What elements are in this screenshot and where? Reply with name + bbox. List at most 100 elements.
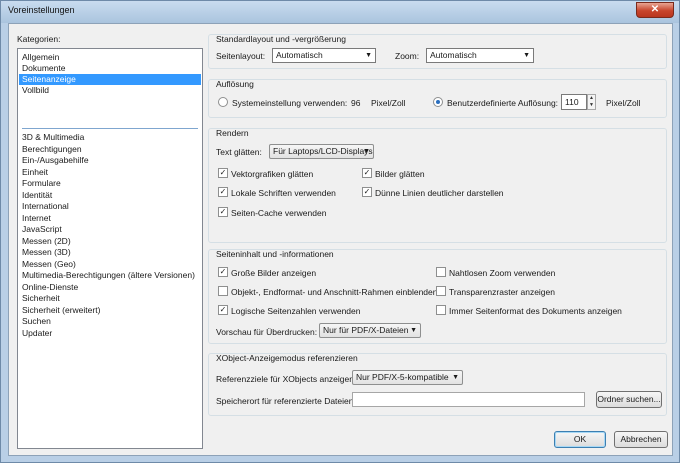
- zoom-label: Zoom:: [395, 51, 420, 61]
- rendering-group-title: Rendern: [216, 128, 249, 138]
- layout-group-title: Standardlayout und -vergrößerung: [216, 34, 346, 44]
- browse-folder-button[interactable]: Ordner suchen...: [596, 391, 662, 408]
- category-item[interactable]: Ein-/Ausgabehilfe: [19, 155, 201, 166]
- ok-button[interactable]: OK: [554, 431, 606, 448]
- xobject-targets-dropdown[interactable]: Nur PDF/X-5-kompatible ▼: [352, 370, 463, 385]
- rendering-group: Rendern Text glätten: Für Laptops/LCD-Di…: [208, 128, 667, 243]
- dropdown-arrow-icon: ▼: [523, 52, 530, 59]
- checkmark-icon: ✓: [219, 267, 227, 276]
- system-resolution-radio[interactable]: [218, 97, 228, 107]
- large-images-label: Große Bilder anzeigen: [231, 268, 317, 278]
- checkmark-icon: ✓: [219, 305, 227, 314]
- xobject-targets-value: Nur PDF/X-5-kompatible: [356, 372, 449, 382]
- checkmark-icon: ✓: [219, 187, 227, 196]
- seamless-zoom-checkbox[interactable]: [436, 267, 446, 277]
- dropdown-arrow-icon: ▼: [365, 52, 372, 59]
- cancel-button[interactable]: Abbrechen: [614, 431, 668, 448]
- preferences-dialog: Voreinstellungen ✕ Kategorien: Allgemein…: [0, 0, 680, 463]
- seitenlayout-value: Automatisch: [276, 50, 323, 60]
- category-item[interactable]: Identität: [19, 190, 201, 201]
- zoom-dropdown[interactable]: Automatisch ▼: [426, 48, 534, 63]
- image-smoothing-label: Bilder glätten: [375, 169, 425, 179]
- overprint-dropdown[interactable]: Nur für PDF/X-Dateien ▼: [319, 323, 421, 338]
- vector-smoothing-label: Vektorgrafiken glätten: [231, 169, 314, 179]
- seamless-zoom-label: Nahtlosen Zoom verwenden: [449, 268, 556, 278]
- close-icon: ✕: [650, 4, 660, 15]
- category-item[interactable]: Internet: [19, 213, 201, 224]
- category-item[interactable]: Messen (3D): [19, 247, 201, 258]
- overprint-label: Vorschau für Überdrucken:: [216, 327, 318, 337]
- close-button[interactable]: ✕: [636, 2, 674, 18]
- page-content-group-title: Seiteninhalt und -informationen: [216, 249, 334, 259]
- large-images-checkbox[interactable]: ✓: [218, 267, 228, 277]
- category-item[interactable]: Messen (2D): [19, 236, 201, 247]
- system-resolution-unit: Pixel/Zoll: [371, 98, 406, 108]
- checkmark-icon: ✓: [219, 168, 227, 177]
- page-content-group: Seiteninhalt und -informationen ✓ Große …: [208, 249, 667, 344]
- overprint-value: Nur für PDF/X-Dateien: [323, 325, 409, 335]
- categories-list[interactable]: Allgemein Dokumente Seitenanzeige Vollbi…: [17, 48, 203, 449]
- document-page-size-label: Immer Seitenformat des Dokuments anzeige…: [449, 306, 622, 316]
- text-smoothing-dropdown[interactable]: Für Laptops/LCD-Displays ▼: [269, 144, 374, 159]
- radio-selected-dot: [436, 100, 440, 104]
- thin-lines-label: Dünne Linien deutlicher darstellen: [375, 188, 504, 198]
- local-fonts-label: Lokale Schriften verwenden: [231, 188, 336, 198]
- category-separator: [22, 128, 198, 129]
- checkmark-icon: ✓: [363, 187, 371, 196]
- object-frames-checkbox[interactable]: [218, 286, 228, 296]
- xobject-location-input[interactable]: [352, 392, 585, 407]
- local-fonts-checkbox[interactable]: ✓: [218, 187, 228, 197]
- zoom-value: Automatisch: [430, 50, 477, 60]
- categories-label: Kategorien:: [17, 34, 61, 44]
- dialog-body: Kategorien: Allgemein Dokumente Seitenan…: [8, 23, 673, 456]
- category-item[interactable]: Formulare: [19, 178, 201, 189]
- category-item[interactable]: Multimedia-Berechtigungen (ältere Versio…: [19, 270, 201, 281]
- custom-resolution-radio[interactable]: [433, 97, 443, 107]
- category-item[interactable]: Allgemein: [19, 52, 201, 63]
- object-frames-label: Objekt-, Endformat- und Anschnitt-Rahmen…: [231, 287, 438, 297]
- title-bar: Voreinstellungen ✕: [1, 1, 679, 23]
- category-item[interactable]: Einheit: [19, 167, 201, 178]
- seitenlayout-label: Seitenlayout:: [216, 51, 266, 61]
- xobject-group-title: XObject-Anzeigemodus referenzieren: [216, 353, 358, 363]
- dropdown-arrow-icon: ▼: [452, 374, 459, 381]
- category-item[interactable]: JavaScript: [19, 224, 201, 235]
- checkmark-icon: ✓: [363, 168, 371, 177]
- text-smoothing-value: Für Laptops/LCD-Displays: [273, 146, 373, 156]
- document-page-size-checkbox[interactable]: [436, 305, 446, 315]
- category-item[interactable]: Sicherheit: [19, 293, 201, 304]
- custom-resolution-input[interactable]: 110: [561, 94, 587, 110]
- category-item[interactable]: Messen (Geo): [19, 259, 201, 270]
- category-item[interactable]: Berechtigungen: [19, 144, 201, 155]
- category-item[interactable]: Dokumente: [19, 63, 201, 74]
- category-item[interactable]: Updater: [19, 328, 201, 339]
- category-item[interactable]: International: [19, 201, 201, 212]
- spin-arrows-icon[interactable]: ▲ ▼: [587, 94, 596, 110]
- image-smoothing-checkbox[interactable]: ✓: [362, 168, 372, 178]
- xobject-location-label: Speicherort für referenzierte Dateien:: [216, 396, 356, 406]
- thin-lines-checkbox[interactable]: ✓: [362, 187, 372, 197]
- custom-resolution-label: Benutzerdefinierte Auflösung:: [447, 98, 559, 108]
- dropdown-arrow-icon: ▼: [363, 148, 370, 155]
- category-item[interactable]: Sicherheit (erweitert): [19, 305, 201, 316]
- seitenlayout-dropdown[interactable]: Automatisch ▼: [272, 48, 376, 63]
- system-resolution-value: 96: [351, 98, 361, 108]
- transparency-grid-label: Transparenzraster anzeigen: [449, 287, 555, 297]
- category-item-selected[interactable]: Seitenanzeige: [19, 74, 201, 85]
- dropdown-arrow-icon: ▼: [410, 327, 417, 334]
- resolution-group-title: Auflösung: [216, 79, 254, 89]
- transparency-grid-checkbox[interactable]: [436, 286, 446, 296]
- custom-resolution-unit: Pixel/Zoll: [606, 98, 641, 108]
- resolution-group: Auflösung Systemeinstellung verwenden: 9…: [208, 79, 667, 118]
- logical-page-numbers-checkbox[interactable]: ✓: [218, 305, 228, 315]
- category-item[interactable]: Suchen: [19, 316, 201, 327]
- category-item[interactable]: 3D & Multimedia: [19, 132, 201, 143]
- layout-group: Standardlayout und -vergrößerung Seitenl…: [208, 34, 667, 69]
- checkmark-icon: ✓: [219, 207, 227, 216]
- category-item[interactable]: Vollbild: [19, 85, 201, 96]
- text-smoothing-label: Text glätten:: [216, 147, 262, 157]
- logical-page-numbers-label: Logische Seitenzahlen verwenden: [231, 306, 361, 316]
- page-cache-checkbox[interactable]: ✓: [218, 207, 228, 217]
- category-item[interactable]: Online-Dienste: [19, 282, 201, 293]
- vector-smoothing-checkbox[interactable]: ✓: [218, 168, 228, 178]
